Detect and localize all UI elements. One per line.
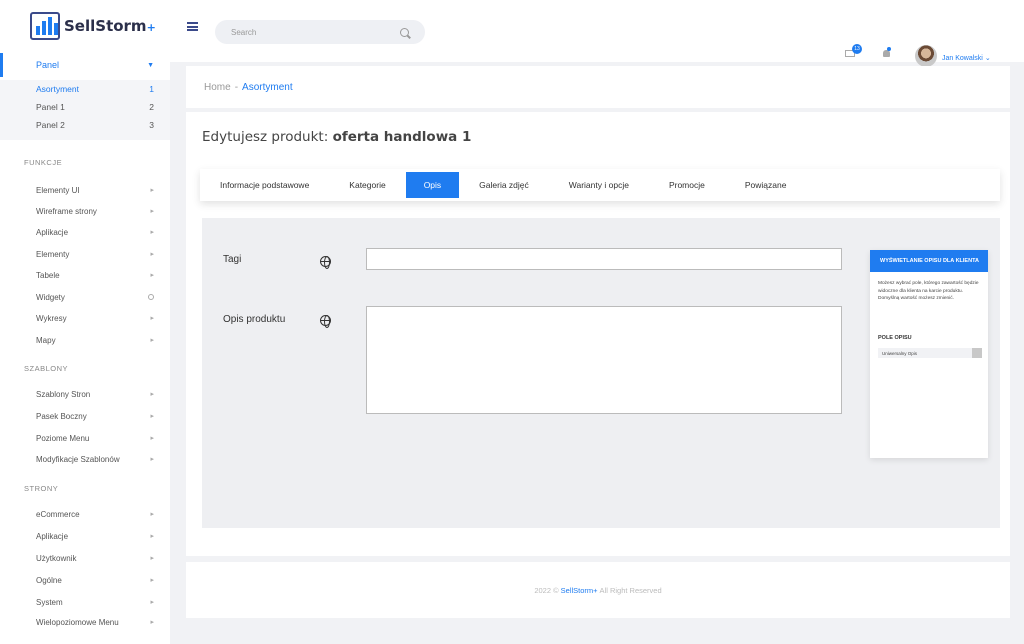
topbar: Search 13 Jan Kowalski ⌄ [170, 0, 1024, 67]
chevron-down-icon: ▼ [147, 61, 154, 69]
chevron-right-icon: ▸ [150, 337, 154, 344]
tab-promocje[interactable]: Promocje [649, 172, 725, 198]
tab-bar: Informacje podstawowe Kategorie Opis Gal… [200, 169, 1000, 201]
sidebar-subnav: Asortyment 1 Panel 12 Panel 23 [0, 80, 170, 140]
breadcrumb: Home - Asortyment [186, 66, 1010, 108]
globe-icon[interactable] [320, 256, 331, 269]
display-settings-panel: WYŚWIETLANIE OPISU DLA KLIENTA Możesz wy… [870, 250, 988, 458]
description-field-select[interactable]: Uniwersalny Opis [878, 348, 982, 358]
search-icon[interactable] [400, 27, 409, 37]
sidebar-item-widgety[interactable]: Widgety [0, 287, 170, 307]
sidebar-item-wykresy[interactable]: Wykresy ▸ [0, 308, 170, 328]
notification-dot [887, 47, 891, 51]
logo-chart-icon [30, 12, 60, 40]
footer: 2022 © SellStorm+ All Right Reserved [186, 562, 1010, 618]
sidebar-item-uzytkownik[interactable]: Użytkownik ▸ [0, 548, 170, 568]
avatar[interactable] [915, 45, 937, 67]
breadcrumb-current: Asortyment [242, 81, 293, 93]
sidebar-item-system[interactable]: System ▸ [0, 592, 170, 612]
tab-informacje[interactable]: Informacje podstawowe [200, 172, 329, 198]
sidebar-item-elementy[interactable]: Elementy ▸ [0, 244, 170, 264]
chevron-right-icon: ▸ [150, 413, 154, 420]
search-placeholder: Search [231, 27, 257, 37]
product-name: oferta handlowa 1 [332, 129, 472, 145]
tab-opis[interactable]: Opis [405, 172, 460, 198]
chevron-right-icon: ▸ [150, 208, 154, 215]
user-menu[interactable]: Jan Kowalski ⌄ [942, 54, 991, 62]
count-badge: 2 [149, 102, 154, 112]
sidebar-item-elementy-ui[interactable]: Elementy UI ▸ [0, 180, 170, 200]
breadcrumb-home-link[interactable]: Home [204, 82, 231, 93]
panel-header: WYŚWIETLANIE OPISU DLA KLIENTA [870, 250, 988, 272]
sidebar-item-modyfikacje[interactable]: Modyfikacje Szablonów ▸ [0, 449, 170, 469]
logo-text: SellStorm+ [64, 17, 156, 35]
sidebar-panel-toggle[interactable]: Panel ▼ [0, 53, 170, 77]
bell-icon[interactable] [883, 50, 890, 57]
search-input[interactable]: Search [215, 20, 425, 44]
chevron-right-icon: ▸ [150, 315, 154, 322]
description-form: Tagi Opis produktu WYŚWIETLANIE OPISU DL… [202, 218, 1000, 528]
footer-year: 2022 © [534, 585, 559, 595]
tags-input[interactable] [366, 248, 842, 270]
footer-rights: All Right Reserved [599, 585, 662, 595]
sidebar-item-poziome-menu[interactable]: Poziome Menu ▸ [0, 428, 170, 448]
sidebar-item-ogolne[interactable]: Ogólne ▸ [0, 570, 170, 590]
sidebar: SellStorm+ Panel ▼ Asortyment 1 Panel 12 … [0, 0, 170, 644]
chevron-down-icon: ⌄ [984, 55, 991, 62]
breadcrumb-separator: - [234, 81, 239, 93]
chevron-right-icon: ▸ [150, 229, 154, 236]
footer-brand-link[interactable]: SellStorm+ [561, 586, 598, 595]
chevron-right-icon: ▸ [150, 511, 154, 518]
description-label: Opis produktu [223, 314, 286, 325]
chevron-right-icon: ▸ [150, 555, 154, 562]
sidebar-item-aplikacje[interactable]: Aplikacje ▸ [0, 222, 170, 242]
dropdown-button[interactable] [972, 348, 982, 358]
description-textarea[interactable] [366, 306, 842, 414]
count-badge: 3 [149, 120, 154, 130]
count-badge: 1 [149, 84, 154, 94]
chevron-right-icon: ▸ [150, 187, 154, 194]
mail-count-badge: 13 [852, 44, 862, 54]
tab-kategorie[interactable]: Kategorie [329, 172, 405, 198]
globe-icon[interactable] [320, 315, 331, 328]
logo[interactable]: SellStorm+ [30, 12, 156, 40]
section-heading-szablony: SZABLONY [24, 364, 69, 373]
chevron-right-icon: ▸ [150, 251, 154, 258]
subnav-item-panel-2[interactable]: Panel 23 [0, 116, 170, 134]
sidebar-item-wielopoziomowe[interactable]: Wielopoziomowe Menu ▸ [0, 612, 170, 632]
chevron-right-icon: ▸ [150, 391, 154, 398]
tab-powiazane[interactable]: Powiązane [725, 172, 807, 198]
sidebar-item-tabele[interactable]: Tabele ▸ [0, 265, 170, 285]
circle-icon [148, 294, 154, 300]
tags-label: Tagi [223, 254, 242, 265]
chevron-right-icon: ▸ [150, 456, 154, 463]
tab-galeria[interactable]: Galeria zdjęć [459, 172, 549, 198]
chevron-right-icon: ▸ [150, 533, 154, 540]
description-field-label: POLE OPISU [878, 335, 912, 341]
sidebar-item-aplikacje-strony[interactable]: Aplikacje ▸ [0, 526, 170, 546]
chevron-right-icon: ▸ [150, 272, 154, 279]
chevron-right-icon: ▸ [150, 577, 154, 584]
sidebar-item-szablony-stron[interactable]: Szablony Stron ▸ [0, 384, 170, 404]
chevron-right-icon: ▸ [150, 435, 154, 442]
sidebar-item-mapy[interactable]: Mapy ▸ [0, 330, 170, 350]
chevron-right-icon: ▸ [150, 619, 154, 626]
section-heading-funkcje: FUNKCJE [24, 158, 63, 167]
sidebar-item-ecommerce[interactable]: eCommerce ▸ [0, 504, 170, 524]
subnav-item-asortyment[interactable]: Asortyment 1 [0, 80, 170, 98]
page-title: Edytujesz produkt: oferta handlowa 1 [202, 129, 472, 145]
chevron-right-icon: ▸ [150, 599, 154, 606]
sidebar-item-wireframe[interactable]: Wireframe strony ▸ [0, 201, 170, 221]
hamburger-menu-icon[interactable] [187, 22, 198, 31]
subnav-item-panel-1[interactable]: Panel 12 [0, 98, 170, 116]
sidebar-item-pasek-boczny[interactable]: Pasek Boczny ▸ [0, 406, 170, 426]
sidebar-panel-label: Panel [36, 60, 60, 70]
panel-description: Możesz wybrać pole, którego zawartość bę… [878, 281, 979, 302]
product-edit-card: Edytujesz produkt: oferta handlowa 1 Inf… [186, 112, 1010, 556]
section-heading-strony: STRONY [24, 484, 59, 493]
tab-warianty[interactable]: Warianty i opcje [549, 172, 649, 198]
